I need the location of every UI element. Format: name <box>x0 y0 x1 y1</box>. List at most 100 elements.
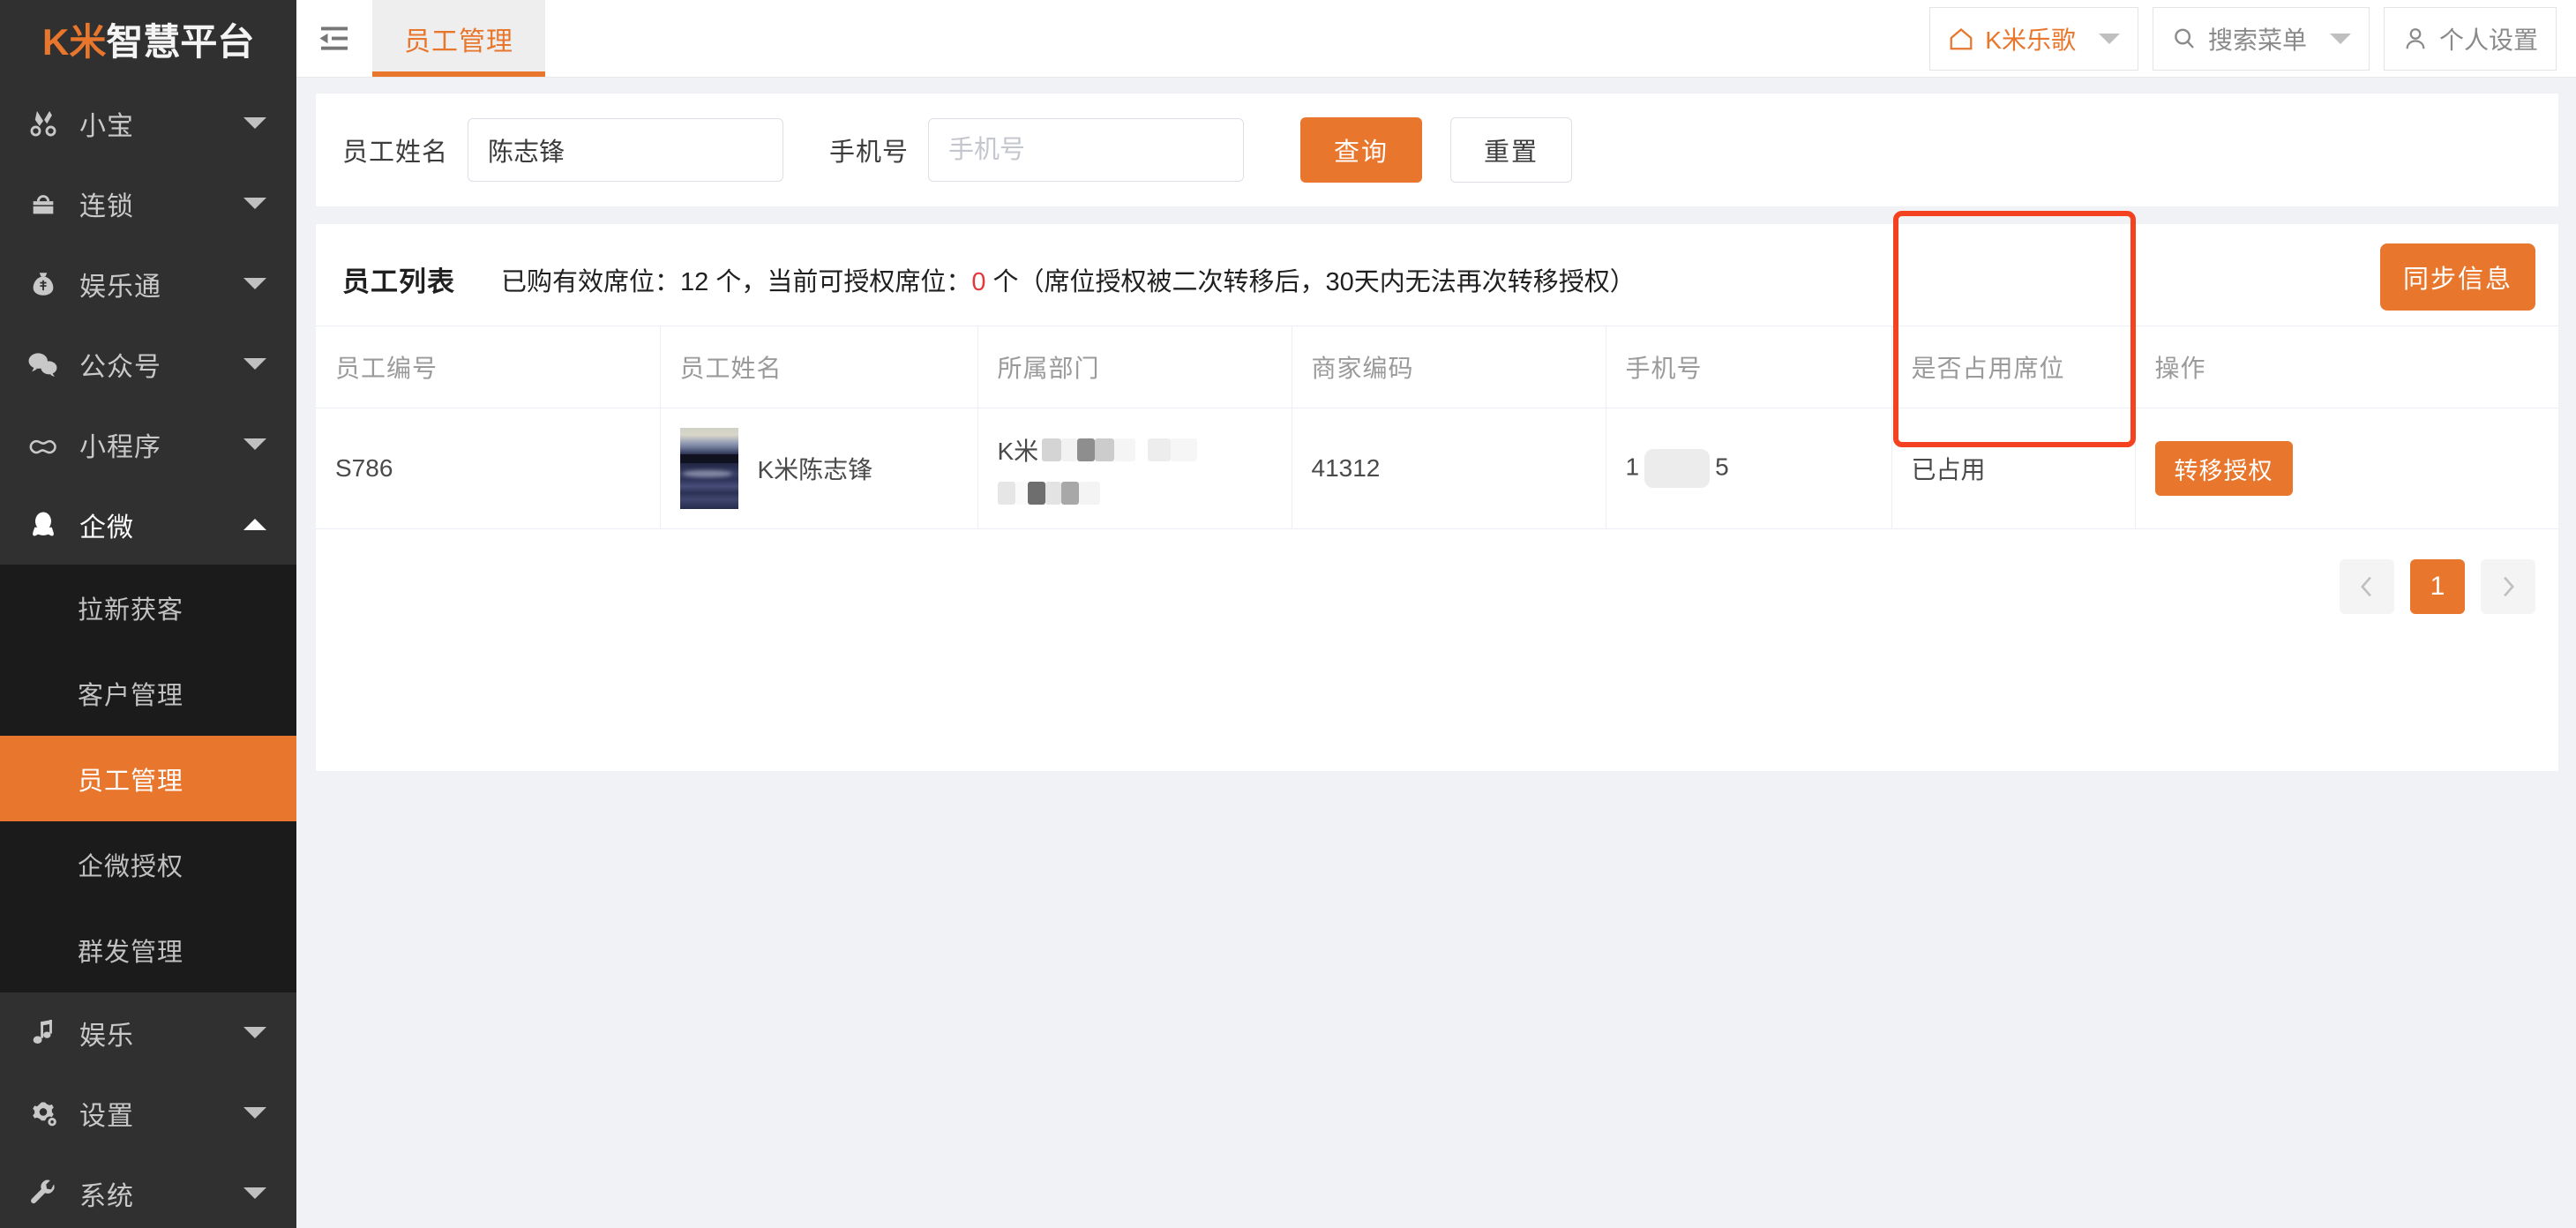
reset-button[interactable]: 重置 <box>1450 117 1573 183</box>
sidebar-item-gongzhonghao[interactable]: 公众号 <box>0 324 296 404</box>
table-row: S786 K米陈志锋 K米 41312 1 5 已占用 转移授权 <box>316 408 2558 529</box>
chevron-down-icon[interactable] <box>243 198 266 209</box>
moneybag-icon <box>23 269 64 299</box>
menu-search-button[interactable]: 搜索菜单 <box>2152 7 2370 71</box>
sidebar-subitem-label: 拉新获客 <box>78 595 184 625</box>
sidebar-item-xiaobao[interactable]: 小宝 <box>0 83 296 163</box>
redaction-block <box>1078 482 1100 505</box>
logo[interactable]: K米智慧平台 <box>0 0 296 78</box>
col-action: 操作 <box>2134 326 2558 408</box>
logo-secondary: 智慧平台 <box>106 20 255 63</box>
sidebar-item-shezhi[interactable]: 设置 <box>0 1073 296 1153</box>
sidebar-subitem-qunfaguanli[interactable]: 群发管理 <box>0 907 296 992</box>
phone-input[interactable] <box>928 118 1245 182</box>
employee-name-field-group: 员工姓名 <box>342 118 784 182</box>
chevron-down-icon[interactable] <box>2098 34 2120 44</box>
col-seat-occupied: 是否占用席位 <box>1891 326 2135 408</box>
list-header: 员工列表 已购有效席位：12 个，当前可授权席位：0 个（席位授权被二次转移后，… <box>316 224 2558 326</box>
redaction-block <box>1015 482 1028 505</box>
sidebar-subitem-kehuguanli[interactable]: 客户管理 <box>0 650 296 736</box>
chevron-up-icon[interactable] <box>243 519 266 530</box>
redaction-block <box>997 482 1015 505</box>
sync-info-label: 同步信息 <box>2402 266 2512 294</box>
logo-text: K米智慧平台 <box>42 12 254 66</box>
home-icon <box>1948 26 1974 52</box>
chevron-down-icon[interactable] <box>243 117 266 129</box>
collapse-menu-icon[interactable] <box>296 0 372 77</box>
cell-emp-name: K米陈志锋 <box>659 408 977 529</box>
redaction-block <box>1148 438 1172 461</box>
bag-icon <box>23 189 64 219</box>
wechat-icon <box>23 349 64 379</box>
sidebar-item-qiwei[interactable]: 企微 <box>0 484 296 565</box>
redaction-block <box>1027 482 1045 505</box>
chevron-down-icon[interactable] <box>243 438 266 450</box>
tab-label: 员工管理 <box>404 26 513 56</box>
query-button-label: 查询 <box>1334 139 1389 167</box>
transfer-authorization-button[interactable]: 转移授权 <box>2154 441 2293 496</box>
cell-action: 转移授权 <box>2134 408 2558 529</box>
redaction-block <box>1095 438 1115 461</box>
sidebar-item-yuletong[interactable]: 娱乐通 <box>0 243 296 324</box>
sidebar-item-xiaochengxu[interactable]: 小程序 <box>0 404 296 484</box>
col-merchant-code: 商家编码 <box>1291 326 1606 408</box>
qq-penguin-icon <box>23 509 64 541</box>
pagination-prev[interactable] <box>2340 559 2394 614</box>
sidebar-subitem-label: 企微授权 <box>78 852 184 881</box>
chevron-down-icon[interactable] <box>2329 34 2351 44</box>
cell-emp-no: S786 <box>316 408 660 529</box>
avatar <box>679 428 738 509</box>
pagination-page-1[interactable]: 1 <box>2410 559 2465 614</box>
employee-name-label: 员工姓名 <box>342 139 449 167</box>
sidebar-subitem-qiweishouquan[interactable]: 企微授权 <box>0 821 296 907</box>
sidebar-submenu-qiwei: 拉新获客 客户管理 员工管理 企微授权 群发管理 <box>0 565 296 992</box>
sidebar-subitem-label: 员工管理 <box>78 767 184 796</box>
tab-yuangongguanli[interactable]: 员工管理 <box>372 0 545 77</box>
table-header-row: 员工编号 员工姓名 所属部门 商家编码 手机号 是否占用席位 操作 <box>316 326 2558 408</box>
chevron-down-icon[interactable] <box>243 1187 266 1199</box>
sidebar-item-label: 企微 <box>79 513 134 543</box>
employee-table: 员工编号 员工姓名 所属部门 商家编码 手机号 是否占用席位 操作 S786 K… <box>316 326 2558 529</box>
tenant-switcher-button[interactable]: K米乐歌 <box>1929 7 2138 71</box>
app-root: K米智慧平台 小宝 连锁 娱乐通 公众号 小程序 企微 拉新获客 客户管理 员工… <box>0 0 2576 1228</box>
cell-merchant-code: 41312 <box>1291 408 1606 529</box>
sidebar-item-liansuo[interactable]: 连锁 <box>0 163 296 243</box>
redaction-block <box>1045 482 1061 505</box>
phone-field-group: 手机号 <box>829 118 1245 182</box>
employee-name-text: K米陈志锋 <box>757 456 873 483</box>
cloud-icon <box>23 431 64 458</box>
sync-info-button[interactable]: 同步信息 <box>2379 243 2535 311</box>
redaction-block <box>1042 438 1062 461</box>
redaction-block <box>1114 438 1136 461</box>
sidebar-item-label: 连锁 <box>79 191 134 221</box>
employee-list-panel: 员工列表 已购有效席位：12 个，当前可授权席位：0 个（席位授权被二次转移后，… <box>316 211 2558 771</box>
sidebar-item-yule[interactable]: 娱乐 <box>0 992 296 1073</box>
menu-search-label: 搜索菜单 <box>2207 26 2307 54</box>
query-button[interactable]: 查询 <box>1300 117 1423 183</box>
tenant-name: K米乐歌 <box>1985 26 2076 54</box>
redaction-block <box>1060 482 1079 505</box>
page-content: 员工姓名 手机号 查询 重置 员工列表 已购有效席位：12 个，当前可授权席位：… <box>296 78 2576 771</box>
seat-available-count: 0 <box>971 267 986 296</box>
employee-identity: K米陈志锋 <box>679 428 977 509</box>
chevron-down-icon[interactable] <box>243 1107 266 1119</box>
col-emp-no: 员工编号 <box>316 326 660 408</box>
sidebar-subitem-label: 客户管理 <box>78 681 184 710</box>
music-note-icon <box>23 1018 64 1048</box>
seat-summary-prefix: 已购有效席位：12 个，当前可授权席位： <box>501 267 972 296</box>
list-title: 员工列表 <box>342 266 455 297</box>
cell-seat-status: 已占用 <box>1891 408 2135 529</box>
chevron-down-icon[interactable] <box>243 278 266 289</box>
phone-prefix: 1 <box>1625 453 1640 481</box>
personal-settings-button[interactable]: 个人设置 <box>2383 7 2557 71</box>
pagination-next[interactable] <box>2481 559 2535 614</box>
personal-settings-label: 个人设置 <box>2438 26 2538 54</box>
pagination-page-label: 1 <box>2430 572 2445 601</box>
department-prefix: K米 <box>997 438 1039 465</box>
sidebar-item-xitong[interactable]: 系统 <box>0 1153 296 1228</box>
sidebar-subitem-yuangongguanli[interactable]: 员工管理 <box>0 736 296 821</box>
employee-name-input[interactable] <box>468 118 784 182</box>
chevron-down-icon[interactable] <box>243 358 266 370</box>
chevron-down-icon[interactable] <box>243 1027 266 1038</box>
sidebar-subitem-laxinhuoke[interactable]: 拉新获客 <box>0 565 296 650</box>
